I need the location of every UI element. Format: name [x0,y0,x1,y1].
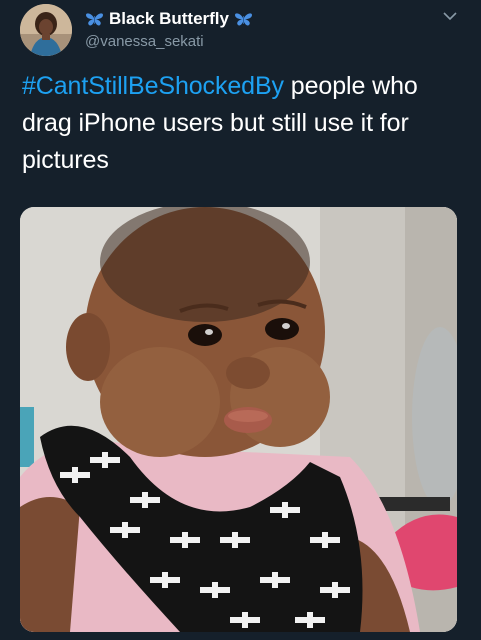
display-name[interactable]: Black Butterfly [109,9,229,29]
more-options-button[interactable] [439,6,461,28]
avatar[interactable] [20,4,72,56]
butterfly-icon [85,12,104,27]
name-row: Black Butterfly [85,7,253,31]
handle[interactable]: @vanessa_sekati [85,33,204,50]
tweet-header: Black Butterfly @vanessa_sekati [20,4,461,58]
tweet-text: #CantStillBeShockedBy people who drag iP… [22,68,467,179]
tweet-photo[interactable] [20,207,457,632]
chevron-down-icon [443,8,457,26]
hashtag-link[interactable]: #CantStillBeShockedBy [22,72,284,100]
butterfly-icon [234,12,253,27]
